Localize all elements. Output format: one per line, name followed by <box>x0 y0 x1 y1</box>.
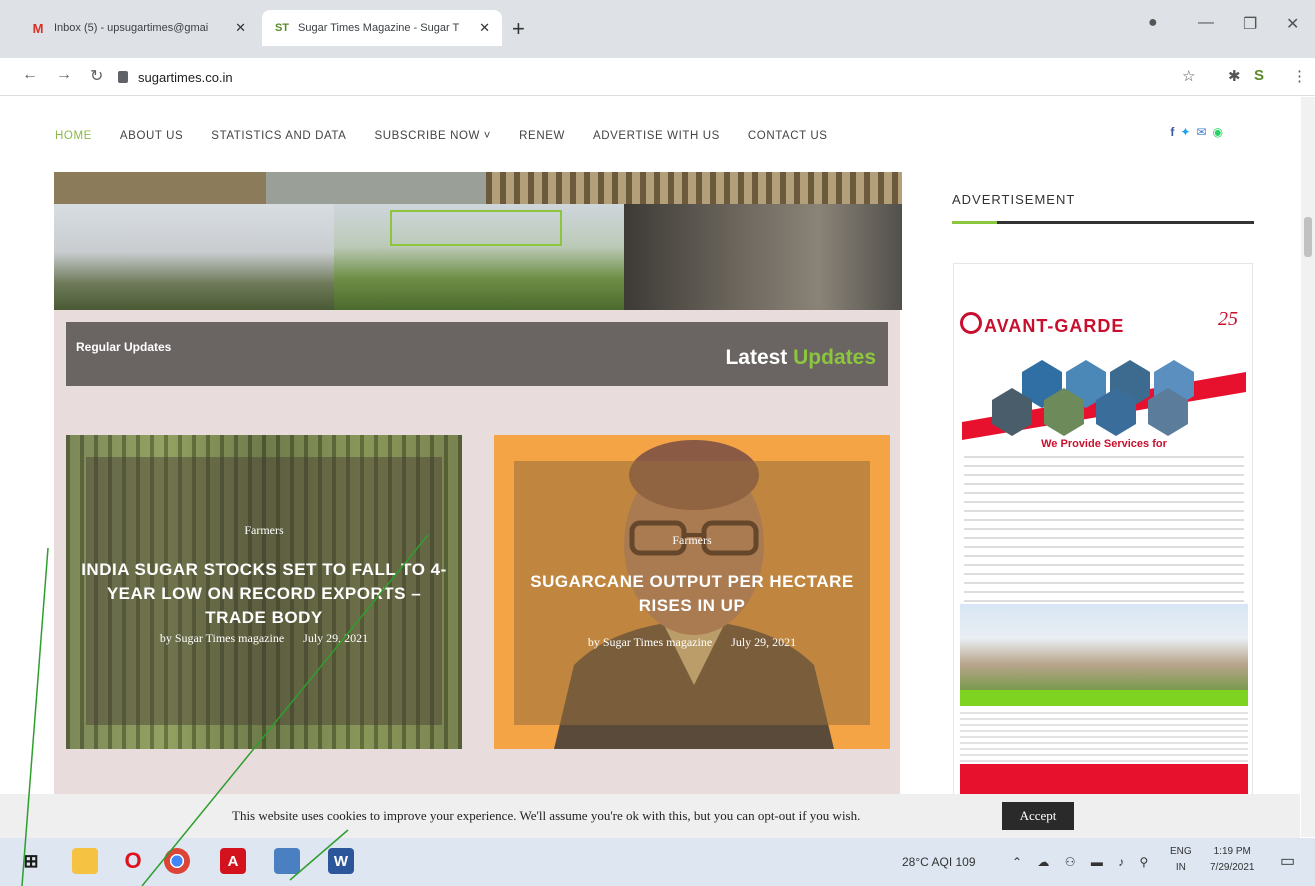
hero-image-collage <box>54 172 902 310</box>
whatsapp-icon[interactable]: ◉ <box>1213 125 1223 139</box>
address-bar: ← → ↻ sugartimes.co.in ☆ ✱ S ⋮ <box>0 58 1315 96</box>
url-text: sugartimes.co.in <box>138 69 233 85</box>
scrollbar-thumb[interactable] <box>1304 217 1312 257</box>
page-scrollbar[interactable] <box>1301 97 1315 837</box>
lock-icon <box>118 71 128 83</box>
tab-gmail[interactable]: M Inbox (5) - upsugartimes@gmai ✕ <box>18 10 258 46</box>
social-links: f ✦ ✉ ◉ <box>1170 125 1223 139</box>
hero-image-factory <box>54 204 334 310</box>
nav-advertise[interactable]: ADVERTISE WITH US <box>593 130 720 142</box>
opera-icon[interactable]: O <box>120 848 146 874</box>
lang-code: ENG <box>1170 846 1192 857</box>
article-author[interactable]: by Sugar Times magazine <box>588 635 712 649</box>
hero-highlight-box <box>390 210 562 246</box>
tray-icons[interactable]: ⌃ ☁ ⚇ ▬ ♪ ⚲ <box>1012 855 1154 869</box>
paint-icon[interactable] <box>274 848 300 874</box>
sugartimes-favicon-icon: ST <box>274 22 290 34</box>
article-author[interactable]: by Sugar Times magazine <box>160 631 284 645</box>
cookie-banner: This website uses cookies to improve you… <box>0 794 1300 838</box>
latest-updates-title: Latest Updates <box>725 346 876 370</box>
new-tab-icon[interactable]: + <box>512 16 525 42</box>
ad-brand: AVANT-GARDE <box>984 316 1125 336</box>
advertisement-heading: ADVERTISEMENT <box>952 192 1076 207</box>
windows-taskbar: ⊞ O A W 28°C AQI 109 ⌃ ☁ ⚇ ▬ ♪ ⚲ ENG IN … <box>0 838 1315 886</box>
window-close-icon[interactable]: ✕ <box>1286 14 1299 34</box>
updates-header: Regular Updates Latest Updates <box>66 322 888 386</box>
file-explorer-icon[interactable] <box>72 848 98 874</box>
ad-plant-image <box>960 604 1248 690</box>
url-field[interactable]: sugartimes.co.in <box>118 64 1168 90</box>
close-tab-icon[interactable]: ✕ <box>235 20 246 36</box>
chrome-icon[interactable] <box>164 848 190 874</box>
sidebar: ADVERTISEMENT <box>952 192 1254 224</box>
ad-green-strip <box>960 690 1248 706</box>
regular-updates-label[interactable]: Regular Updates <box>76 340 171 354</box>
acrobat-icon[interactable]: A <box>220 848 246 874</box>
bookmark-star-icon[interactable]: ☆ <box>1182 67 1195 85</box>
language-indicator[interactable]: ENG IN <box>1170 844 1192 876</box>
region-code: IN <box>1175 862 1186 873</box>
article-date: July 29, 2021 <box>303 631 369 645</box>
gmail-icon: M <box>32 20 44 36</box>
article-card[interactable]: Farmers INDIA SUGAR STOCKS SET TO FALL T… <box>66 435 462 749</box>
hero-image-field <box>266 172 486 204</box>
minimize-icon[interactable]: — <box>1198 14 1214 32</box>
maximize-icon[interactable]: ❐ <box>1243 14 1257 34</box>
article-headline[interactable]: INDIA SUGAR STOCKS SET TO FALL TO 4-YEAR… <box>66 558 462 630</box>
cookie-message: This website uses cookies to improve you… <box>232 808 861 823</box>
ad-services-list <box>964 456 1244 606</box>
notifications-icon[interactable]: ▭ <box>1280 851 1295 871</box>
article-category[interactable]: Farmers <box>66 523 462 538</box>
system-clock[interactable]: 1:19 PM 7/29/2021 <box>1210 844 1255 876</box>
article-card[interactable]: Farmers SUGARCANE OUTPUT PER HECTARE RIS… <box>494 435 890 749</box>
extensions-icon[interactable]: ✱ <box>1228 67 1241 85</box>
facebook-icon[interactable]: f <box>1170 125 1174 139</box>
browser-tabstrip: M Inbox (5) - upsugartimes@gmai ✕ ST Sug… <box>0 0 1315 58</box>
latest-label: Latest <box>725 346 788 369</box>
email-icon[interactable]: ✉ <box>1196 125 1206 139</box>
tab-title: Inbox (5) - upsugartimes@gmai <box>54 22 209 34</box>
tab-sugartimes[interactable]: ST Sugar Times Magazine - Sugar T ✕ <box>262 10 502 46</box>
nav-statistics[interactable]: STATISTICS AND DATA <box>211 130 346 142</box>
hero-image-mill <box>624 204 902 310</box>
nav-home[interactable]: HOME <box>55 130 92 142</box>
article-date: July 29, 2021 <box>731 635 797 649</box>
close-tab-icon[interactable]: ✕ <box>479 20 490 36</box>
ad-contacts <box>960 712 1248 762</box>
ad-hexagon-images <box>962 360 1246 440</box>
hero-image-stacks <box>486 172 902 204</box>
article-headline[interactable]: SUGARCANE OUTPUT PER HECTARE RISES IN UP <box>494 570 890 618</box>
updates-section: Regular Updates Latest Updates Farmers I… <box>54 310 900 800</box>
article-category[interactable]: Farmers <box>494 533 890 548</box>
windows-start-icon[interactable]: ⊞ <box>18 848 44 874</box>
tab-title: Sugar Times Magazine - Sugar T <box>298 22 460 34</box>
updates-label: Updates <box>793 346 876 369</box>
accept-cookies-button[interactable]: Accept <box>1002 802 1074 830</box>
nav-subscribe[interactable]: SUBSCRIBE NOW ˅ <box>374 130 491 142</box>
article-meta: by Sugar Times magazine July 29, 2021 <box>66 631 462 646</box>
sugartimes-extension-icon[interactable]: S <box>1254 67 1264 84</box>
article-meta: by Sugar Times magazine July 29, 2021 <box>494 635 890 650</box>
nav-renew[interactable]: RENEW <box>519 130 565 142</box>
reload-icon[interactable]: ↻ <box>90 66 103 86</box>
advertisement-banner[interactable]: AVANT-GARDE 25 We Provide Services for <box>953 263 1253 803</box>
menu-icon[interactable]: ⋮ <box>1292 67 1307 85</box>
site-navigation: HOME ABOUT US STATISTICS AND DATA SUBSCR… <box>55 97 1255 175</box>
clock-time: 1:19 PM <box>1213 846 1251 857</box>
twitter-icon[interactable]: ✦ <box>1180 125 1190 139</box>
forward-icon[interactable]: → <box>56 66 72 84</box>
ad-services-title: We Provide Services for <box>1041 438 1167 450</box>
back-icon[interactable]: ← <box>22 66 38 84</box>
weather-widget[interactable]: 28°C AQI 109 <box>902 855 976 869</box>
profile-icon[interactable]: ● <box>1148 14 1158 32</box>
avant-garde-logo-icon <box>960 312 982 334</box>
clock-date: 7/29/2021 <box>1210 862 1255 873</box>
nav-contact[interactable]: CONTACT US <box>748 130 828 142</box>
word-icon[interactable]: W <box>328 848 354 874</box>
hero-image-cane <box>54 172 266 204</box>
heading-underline <box>952 221 1254 224</box>
ad-years: 25 <box>1218 308 1238 330</box>
nav-about-us[interactable]: ABOUT US <box>120 130 183 142</box>
webpage: HOME ABOUT US STATISTICS AND DATA SUBSCR… <box>0 97 1315 837</box>
